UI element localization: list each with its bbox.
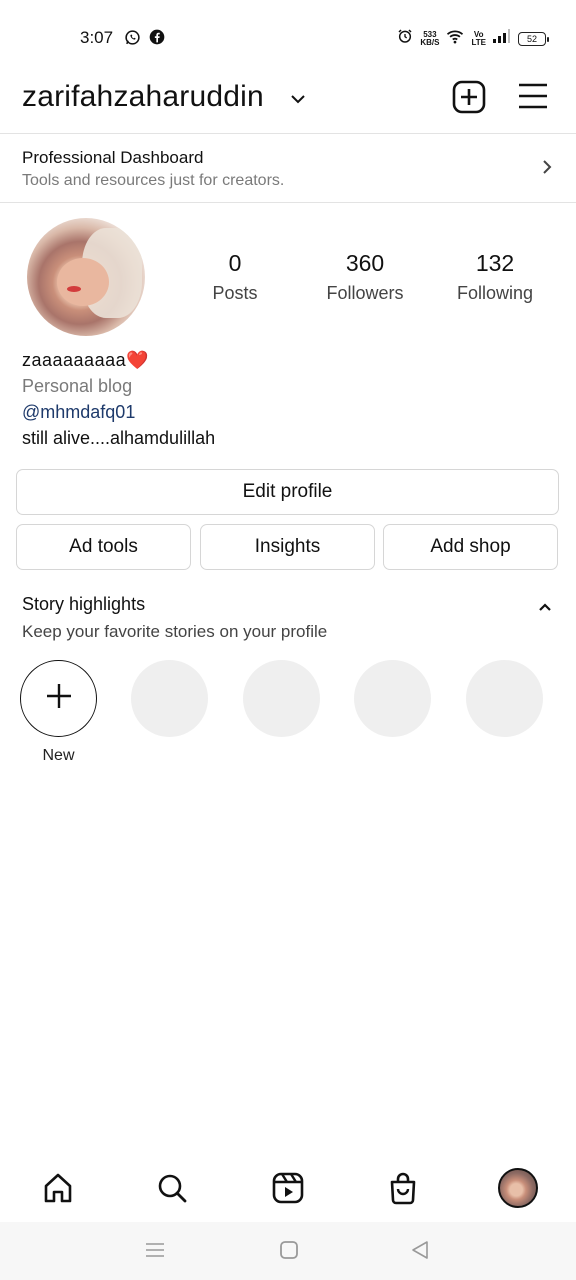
wifi-icon (446, 29, 464, 49)
stat-label: Following (456, 283, 534, 303)
add-post-icon[interactable] (452, 80, 486, 119)
network-speed: 533 KB/S (420, 29, 440, 47)
stat-followers[interactable]: 360 Followers (300, 250, 430, 304)
stat-posts[interactable]: 0 Posts (170, 250, 300, 304)
profile-avatar[interactable] (27, 218, 145, 336)
chevron-up-icon[interactable] (538, 599, 552, 617)
stat-value: 132 (475, 250, 515, 276)
highlight-placeholder (466, 660, 543, 737)
heart-emoji: ❤️ (126, 350, 150, 370)
reels-icon[interactable] (268, 1168, 308, 1208)
story-highlights-title: Story highlights (22, 594, 146, 614)
chevron-down-icon[interactable] (290, 92, 306, 110)
story-highlights-subtitle: Keep your favorite stories on your profi… (22, 622, 328, 641)
recent-apps-icon[interactable] (145, 1240, 165, 1265)
new-highlight-button[interactable] (20, 660, 97, 737)
insights-button[interactable]: Insights (200, 524, 375, 570)
volte-indicator: Vo LTE (471, 29, 486, 47)
home-button-icon[interactable] (279, 1240, 299, 1265)
pro-dashboard-title: Professional Dashboard (22, 148, 204, 167)
profile-bio: zaaaaaaaaa❤️ Personal blog @mhmdafq01 st… (22, 350, 215, 454)
stat-label: Followers (326, 283, 404, 303)
profile-stats: 0 Posts 360 Followers 132 Following (170, 250, 560, 304)
display-name: zaaaaaaaaa❤️ (22, 350, 150, 370)
alarm-icon (397, 28, 413, 49)
new-highlight-label: New (42, 747, 75, 764)
stat-value: 360 (345, 250, 385, 276)
highlight-placeholder (354, 660, 431, 737)
profile-avatar (498, 1168, 538, 1208)
stat-label: Posts (212, 283, 258, 303)
facebook-icon (149, 29, 165, 51)
add-shop-button[interactable]: Add shop (383, 524, 558, 570)
status-time: 3:07 (80, 28, 114, 47)
profile-bio-text: still alive....alhamdulillah (22, 428, 216, 448)
profile-tab[interactable] (498, 1168, 538, 1208)
profile-mention-link[interactable]: @mhmdafq01 (22, 402, 215, 428)
professional-dashboard[interactable]: Professional Dashboard Tools and resourc… (0, 134, 576, 202)
edit-profile-button[interactable]: Edit profile (16, 469, 559, 515)
status-bar: 3:07 533 KB/S Vo LTE 52 (0, 0, 576, 76)
highlight-placeholder (131, 660, 208, 737)
profile-category: Personal blog (22, 376, 133, 396)
bottom-navigation (0, 1150, 576, 1222)
back-icon[interactable] (410, 1240, 430, 1265)
chevron-right-icon (542, 159, 552, 180)
plus-icon (45, 682, 73, 715)
stat-value: 0 (228, 250, 242, 276)
battery-indicator: 52 (518, 31, 549, 46)
hamburger-menu-icon[interactable] (518, 82, 548, 115)
search-icon[interactable] (152, 1168, 192, 1208)
account-switcher-username[interactable]: zarifahzaharuddin (22, 80, 264, 114)
pro-dashboard-subtitle: Tools and resources just for creators. (22, 172, 285, 189)
signal-icon (493, 29, 511, 48)
home-icon[interactable] (38, 1168, 78, 1208)
ad-tools-button[interactable]: Ad tools (16, 524, 191, 570)
profile-header: zarifahzaharuddin (0, 76, 576, 132)
whatsapp-icon (124, 29, 141, 51)
shop-icon[interactable] (383, 1168, 423, 1208)
highlight-placeholder (243, 660, 320, 737)
stat-following[interactable]: 132 Following (430, 250, 560, 304)
system-navigation-bar (0, 1222, 576, 1280)
divider (0, 202, 576, 203)
